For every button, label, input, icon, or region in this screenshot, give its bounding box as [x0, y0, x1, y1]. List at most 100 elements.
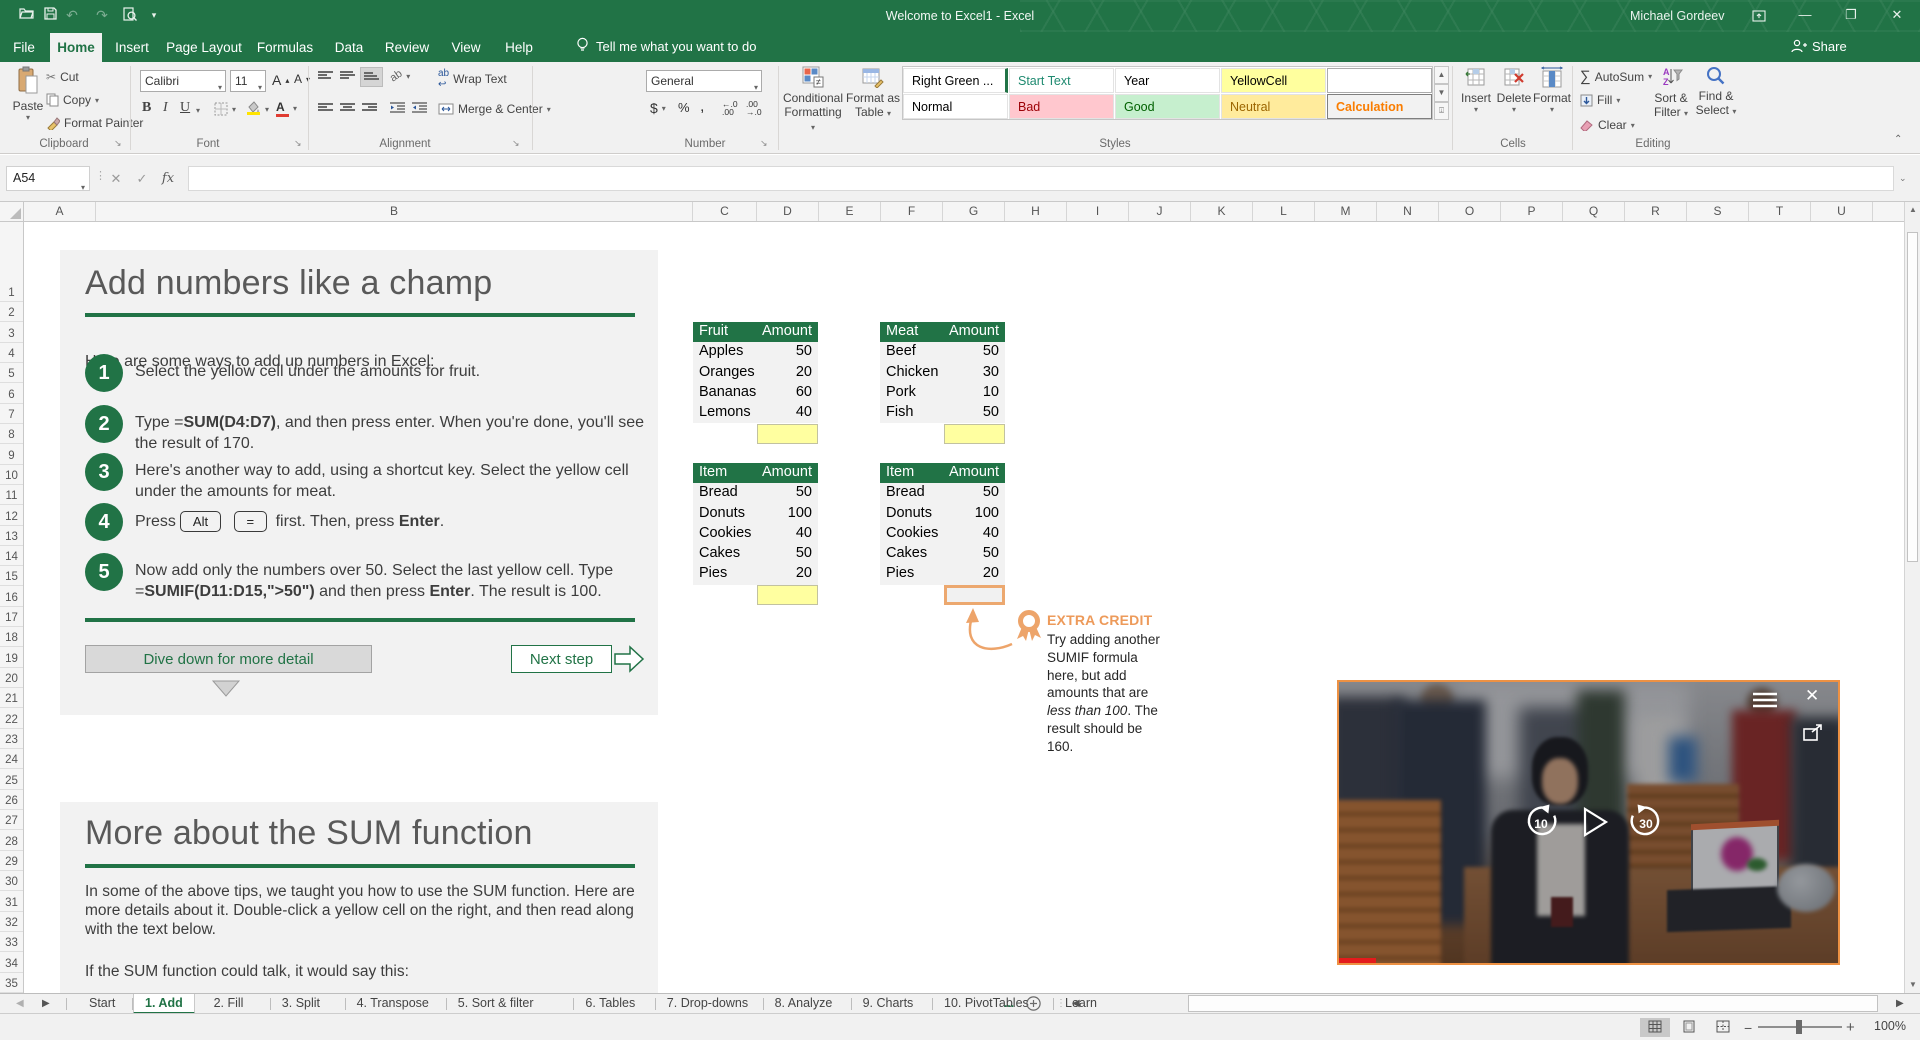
sheet-nav-left-icon[interactable]: ◀ — [16, 994, 24, 1014]
conditional-formatting-button[interactable]: ≠ Conditional Formatting ▾ — [782, 66, 844, 133]
row-header-13[interactable]: 13 — [0, 526, 23, 546]
column-header-F[interactable]: F — [881, 202, 943, 221]
ribbon-tab-page-layout[interactable]: Page Layout — [162, 33, 246, 62]
vscroll-up-icon[interactable]: ▲ — [1905, 202, 1920, 218]
cell-style-normal[interactable]: Normal — [903, 94, 1008, 119]
copy-button[interactable]: Copy ▾ — [46, 93, 99, 107]
row-header-25[interactable]: 25 — [0, 769, 23, 790]
row-header-17[interactable]: 17 — [0, 607, 23, 628]
gallery-up-icon[interactable]: ▲ — [1434, 66, 1449, 84]
sheet-tabs-overflow[interactable]: ... — [1004, 994, 1014, 1014]
column-header-H[interactable]: H — [1005, 202, 1067, 221]
alignment-dialog-launcher[interactable]: ↘ — [512, 138, 522, 148]
table-cell[interactable]: Lemons — [693, 403, 757, 423]
column-header-T[interactable]: T — [1749, 202, 1811, 221]
table-header-cell[interactable]: Fruit — [693, 322, 757, 342]
share-button[interactable]: Share — [1790, 32, 1847, 62]
italic-button[interactable]: I — [163, 100, 168, 116]
save-icon[interactable] — [40, 5, 60, 25]
borders-button[interactable]: ▾ — [214, 102, 236, 116]
table-cell[interactable]: 10 — [944, 383, 1005, 403]
row-header-34[interactable]: 34 — [0, 952, 23, 973]
tell-me-box[interactable]: Tell me what you want to do — [576, 32, 756, 62]
video-popout-icon[interactable] — [1803, 724, 1823, 746]
zoom-slider-thumb[interactable] — [1796, 1020, 1802, 1034]
cut-button[interactable]: ✂ Cut — [46, 70, 79, 84]
dive-down-button[interactable]: Dive down for more detail — [85, 645, 372, 673]
align-center-button[interactable] — [340, 102, 355, 114]
horizontal-scrollbar[interactable] — [1186, 994, 1892, 1013]
row-header-35[interactable]: 35 — [0, 973, 23, 993]
column-header-J[interactable]: J — [1129, 202, 1191, 221]
sheet-tab-6-tables[interactable]: 6. Tables — [574, 994, 646, 1014]
table-header-cell[interactable]: Item — [693, 463, 757, 483]
select-all-corner[interactable] — [0, 202, 24, 221]
fill-color-button[interactable]: ▾ — [246, 100, 269, 118]
find-select-button[interactable]: Find & Select ▾ — [1694, 66, 1738, 117]
row-header-19[interactable]: 19 — [0, 647, 23, 668]
bold-button[interactable]: B — [142, 100, 151, 116]
clipboard-dialog-launcher[interactable]: ↘ — [114, 138, 124, 148]
column-header-O[interactable]: O — [1439, 202, 1501, 221]
format-cells-button[interactable]: Format ▾ — [1532, 66, 1572, 114]
row-header-33[interactable]: 33 — [0, 932, 23, 953]
table-cell[interactable]: 100 — [944, 504, 1005, 524]
sheet-tab-9-charts[interactable]: 9. Charts — [852, 994, 925, 1014]
table-header-cell[interactable]: Amount — [757, 463, 818, 483]
row-header-23[interactable]: 23 — [0, 729, 23, 750]
table-cell[interactable]: 20 — [944, 564, 1005, 584]
table-cell[interactable]: 50 — [757, 483, 818, 503]
top-align-button[interactable] — [318, 70, 333, 82]
font-size-select[interactable]: 11 ▾ — [230, 70, 266, 92]
sheet-tab-7-drop-downs[interactable]: 7. Drop-downs — [656, 994, 759, 1014]
column-header-D[interactable]: D — [757, 202, 819, 221]
table-cell[interactable]: Pies — [880, 564, 944, 584]
cell-style-neutral[interactable]: Neutral — [1221, 94, 1326, 119]
autosum-button[interactable]: ∑ AutoSum ▾ — [1580, 68, 1652, 85]
table-header-cell[interactable]: Amount — [944, 463, 1005, 483]
row-header-8[interactable]: 8 — [0, 424, 23, 445]
table-cell[interactable]: Donuts — [693, 504, 757, 524]
ribbon-tab-home[interactable]: Home — [50, 33, 102, 62]
next-step-button[interactable]: Next step — [511, 645, 612, 673]
table-cell[interactable]: Apples — [693, 342, 757, 362]
video-menu-icon[interactable] — [1752, 692, 1778, 713]
column-header-I[interactable]: I — [1067, 202, 1129, 221]
table-cell[interactable]: 50 — [944, 342, 1005, 362]
row-header-2[interactable]: 2 — [0, 302, 23, 323]
close-button[interactable]: ✕ — [1880, 0, 1914, 32]
yellow-formula-cell[interactable] — [757, 584, 818, 606]
zoom-out-button[interactable]: − — [1744, 1020, 1752, 1036]
column-header-G[interactable]: G — [943, 202, 1005, 221]
wrap-text-button[interactable]: ab ↩ Wrap Text — [438, 68, 507, 90]
ribbon-tab-data[interactable]: Data — [324, 33, 374, 62]
table-header-cell[interactable]: Amount — [944, 322, 1005, 342]
page-layout-view-button[interactable] — [1674, 1018, 1704, 1037]
zoom-in-button[interactable]: + — [1846, 1019, 1855, 1036]
sort-filter-button[interactable]: AZ Sort & Filter ▾ — [1650, 66, 1692, 119]
row-header-16[interactable]: 16 — [0, 586, 23, 607]
increase-decimal-button[interactable]: ←.0.00 — [722, 100, 738, 117]
row-header-10[interactable]: 10 — [0, 465, 23, 485]
row-header-20[interactable]: 20 — [0, 668, 23, 689]
row-header-30[interactable]: 30 — [0, 871, 23, 892]
table-cell[interactable]: Cakes — [880, 544, 944, 564]
ribbon-tab-insert[interactable]: Insert — [104, 33, 160, 62]
row-header-1[interactable]: 1 — [0, 222, 23, 302]
table-cell[interactable]: 50 — [944, 403, 1005, 423]
table-cell[interactable]: Cakes — [693, 544, 757, 564]
yellow-formula-cell[interactable] — [944, 423, 1005, 444]
bottom-align-button[interactable] — [360, 67, 383, 87]
align-left-button[interactable] — [318, 102, 333, 114]
yellow-formula-cell[interactable] — [757, 423, 818, 444]
cell-style-right-green-[interactable]: Right Green ... — [903, 68, 1008, 93]
column-header-P[interactable]: P — [1501, 202, 1563, 221]
table-cell[interactable]: Cookies — [693, 524, 757, 544]
table-cell[interactable]: 100 — [757, 504, 818, 524]
formula-input[interactable] — [188, 166, 1894, 191]
page-break-view-button[interactable] — [1708, 1018, 1738, 1037]
hscroll-left-icon[interactable]: ◀ — [1072, 994, 1080, 1014]
table-cell[interactable]: Pork — [880, 383, 944, 403]
row-header-31[interactable]: 31 — [0, 891, 23, 912]
cancel-icon[interactable]: ✕ — [104, 166, 128, 191]
